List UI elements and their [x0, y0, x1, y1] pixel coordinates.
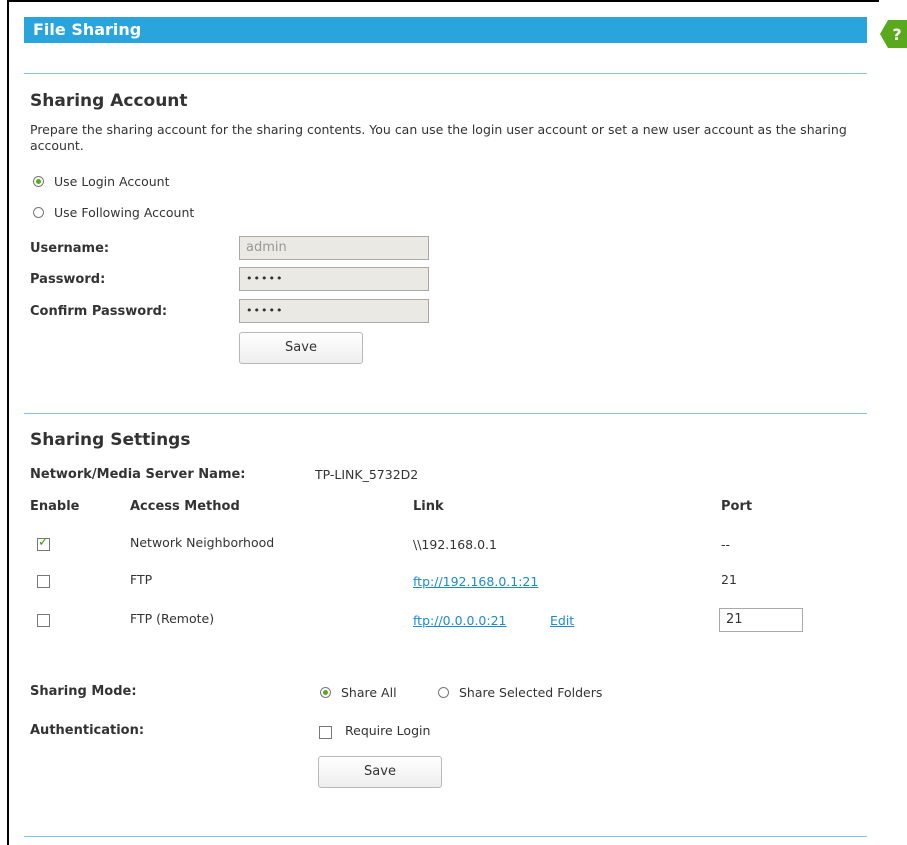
password-label: Password:	[30, 272, 106, 287]
server-name-label: Network/Media Server Name:	[30, 467, 246, 482]
ftp-remote-port-field[interactable]: 21	[719, 608, 803, 632]
server-name-value: TP-LINK_5732D2	[315, 467, 419, 482]
help-icon[interactable]: ?	[880, 20, 907, 48]
access-method-cell: Network Neighborhood	[130, 535, 275, 550]
column-port: Port	[721, 499, 753, 514]
radio-selected-icon[interactable]	[320, 687, 331, 698]
settings-save-button[interactable]: Save	[318, 756, 442, 788]
link-cell: \\192.168.0.1	[413, 537, 497, 552]
port-cell: --	[721, 537, 731, 552]
sharing-settings-heading: Sharing Settings	[30, 430, 191, 450]
share-selected-folders-label: Share Selected Folders	[459, 685, 603, 700]
column-access-method: Access Method	[130, 499, 240, 514]
column-enable: Enable	[30, 499, 80, 514]
ftp-link[interactable]: ftp://192.168.0.1:21	[413, 574, 538, 589]
enable-network-neighborhood-checkbox[interactable]	[37, 535, 50, 551]
use-login-account-option[interactable]: Use Login Account	[33, 174, 170, 189]
divider	[24, 836, 867, 837]
access-method-cell: FTP (Remote)	[130, 611, 215, 626]
sharing-account-description: Prepare the sharing account for the shar…	[30, 122, 847, 153]
username-label: Username:	[30, 241, 110, 256]
use-login-account-label: Use Login Account	[54, 174, 170, 189]
svg-text:?: ?	[892, 25, 901, 44]
confirm-password-label: Confirm Password:	[30, 304, 168, 319]
confirm-password-field[interactable]: •••••	[239, 299, 429, 323]
account-save-button[interactable]: Save	[239, 332, 363, 364]
enable-ftp-checkbox[interactable]	[37, 575, 50, 588]
authentication-label: Authentication:	[30, 723, 145, 738]
enable-ftp-remote-checkbox[interactable]	[37, 614, 50, 627]
radio-selected-icon[interactable]	[33, 176, 44, 187]
divider	[24, 73, 867, 74]
port-cell: 21	[721, 572, 737, 587]
radio-unselected-icon[interactable]	[33, 207, 44, 218]
use-following-account-label: Use Following Account	[54, 205, 195, 220]
radio-unselected-icon[interactable]	[438, 687, 449, 698]
require-login-checkbox[interactable]	[319, 726, 332, 739]
share-all-label: Share All	[341, 685, 397, 700]
password-field[interactable]: •••••	[239, 267, 429, 291]
page-title: File Sharing	[24, 17, 867, 43]
sharing-account-heading: Sharing Account	[30, 91, 188, 111]
share-all-option[interactable]: Share All	[320, 685, 397, 700]
divider	[24, 413, 867, 414]
share-selected-folders-option[interactable]: Share Selected Folders	[438, 685, 602, 700]
username-field[interactable]: admin	[239, 236, 429, 260]
edit-link[interactable]: Edit	[550, 613, 574, 628]
sharing-mode-label: Sharing Mode:	[30, 684, 137, 699]
column-link: Link	[413, 499, 444, 514]
ftp-remote-link[interactable]: ftp://0.0.0.0:21	[413, 613, 507, 628]
use-following-account-option[interactable]: Use Following Account	[33, 205, 194, 220]
require-login-label: Require Login	[345, 723, 431, 738]
access-method-cell: FTP	[130, 572, 153, 587]
